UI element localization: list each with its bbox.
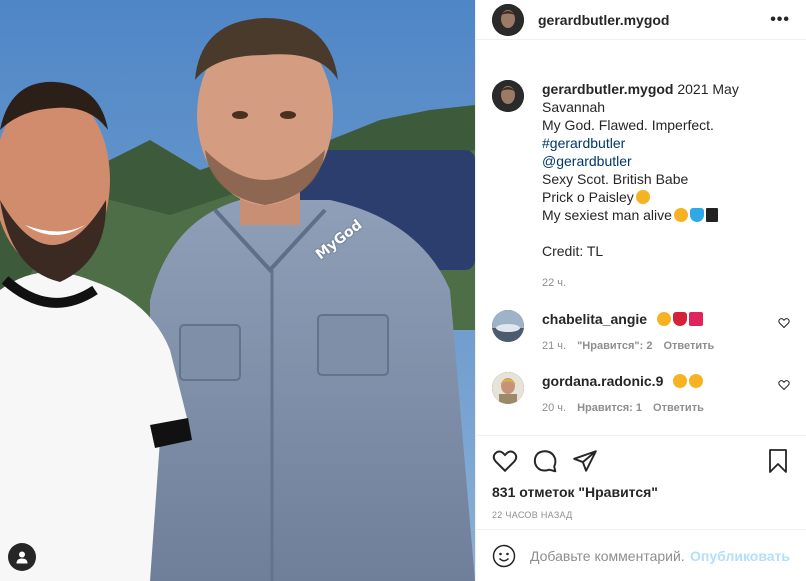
hundred-emoji-icon [688, 312, 703, 326]
bookmark-icon [769, 449, 787, 473]
black-flag-emoji-icon [705, 208, 718, 222]
heart-outline-icon [778, 318, 790, 329]
likes-count[interactable]: 831 отметок "Нравится" [492, 484, 790, 500]
comments-section: gerardbutler.mygod 2021 May Savannah My … [492, 80, 790, 414]
user-tag-button[interactable] [8, 543, 36, 571]
caption-time[interactable]: 22 ч. [542, 274, 739, 292]
caption-line: Savannah [542, 99, 606, 115]
smiley-icon [492, 544, 516, 567]
avatar-image [492, 80, 524, 112]
user-icon [16, 551, 28, 564]
caption-line: Credit: TL [542, 243, 604, 259]
kiss-face-emoji-icon [635, 190, 650, 204]
more-options-icon[interactable]: ••• [770, 11, 790, 29]
comment-username[interactable]: gordana.radonic.9 [542, 373, 663, 389]
post-header: gerardbutler.mygod ••• [476, 0, 806, 40]
comment-like-heart-icon[interactable] [778, 316, 790, 332]
post-timestamp[interactable]: 22 ЧАСОВ НАЗАД [492, 510, 790, 520]
comment-like-heart-icon[interactable] [778, 378, 790, 394]
reply-button[interactable]: Ответить [653, 402, 704, 414]
caption-body: gerardbutler.mygod 2021 May Savannah My … [542, 80, 739, 292]
like-heart-icon[interactable] [492, 448, 518, 474]
paper-plane-icon [573, 450, 597, 472]
share-paper-plane-icon[interactable] [572, 448, 598, 474]
post-actions: 831 отметок "Нравится" 22 ЧАСОВ НАЗАД [476, 435, 806, 520]
caption-line: Prick o Paisley [542, 189, 634, 205]
heart-icon [492, 450, 518, 473]
commenter-avatar[interactable] [492, 310, 524, 342]
author-avatar[interactable] [492, 3, 524, 36]
comment-item: chabelita_angie 21 ч. "Нравится": 2 Отве… [492, 310, 790, 352]
comment-input[interactable] [530, 547, 685, 564]
action-icons-row [492, 448, 790, 474]
photo-illustration [0, 0, 475, 581]
caption-username[interactable]: gerardbutler.mygod [542, 81, 673, 97]
caption-line: 2021 May [677, 81, 739, 97]
post-caption: gerardbutler.mygod 2021 May Savannah My … [492, 80, 790, 292]
avatar-image [492, 310, 524, 342]
avatar-image [492, 3, 524, 36]
clapping-hands-emoji-icon [673, 374, 688, 388]
comment-bubble-icon[interactable] [532, 448, 558, 474]
commenter-avatar[interactable] [492, 372, 524, 404]
comment-time[interactable]: 21 ч. [542, 340, 566, 352]
smile-emoji-icon [673, 208, 688, 222]
save-bookmark-icon[interactable] [766, 448, 790, 474]
comment-time[interactable]: 20 ч. [542, 402, 566, 414]
heart-outline-icon [778, 380, 790, 391]
caption-author-avatar[interactable] [492, 80, 524, 112]
comment-item: gordana.radonic.9 20 ч. Нравится: 1 Отве… [492, 372, 790, 414]
comment-likes[interactable]: "Нравится": 2 [577, 340, 652, 352]
comment-username[interactable]: chabelita_angie [542, 311, 647, 327]
hashtag-link[interactable]: #gerardbutler [542, 134, 739, 152]
post-photo[interactable]: MyGod [0, 0, 475, 581]
emoji-picker-icon[interactable] [492, 544, 516, 568]
comment-likes[interactable]: Нравится: 1 [577, 402, 642, 414]
mention-link[interactable]: @gerardbutler [542, 152, 739, 170]
caption-line: My God. Flawed. Imperfect. [542, 117, 714, 133]
caption-line: My sexiest man alive [542, 207, 672, 223]
add-comment-bar: Опубликовать [476, 529, 806, 581]
kiss-face-emoji-icon [656, 312, 671, 326]
caption-line: Sexy Scot. British Babe [542, 171, 689, 187]
author-username[interactable]: gerardbutler.mygod [538, 12, 669, 28]
post-side-panel: gerardbutler.mygod ••• gerardbutler.mygo… [475, 0, 806, 581]
blue-heart-emoji-icon [689, 208, 704, 222]
avatar-image [492, 372, 524, 404]
heart-emoji-icon [672, 312, 687, 326]
publish-button[interactable]: Опубликовать [690, 548, 790, 564]
reply-button[interactable]: Ответить [663, 340, 714, 352]
comment-icon [533, 450, 557, 473]
clapping-hands-emoji-icon [689, 374, 704, 388]
